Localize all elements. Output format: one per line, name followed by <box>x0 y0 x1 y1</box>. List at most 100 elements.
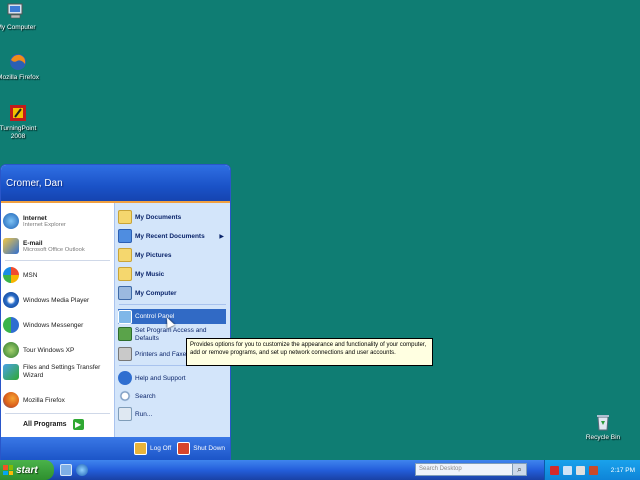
start-label: start <box>16 464 38 476</box>
quicklaunch-desktop-icon[interactable] <box>60 464 72 476</box>
user-name: Cromer, Dan <box>6 177 63 189</box>
recent-item-messenger[interactable]: Windows Messenger <box>3 317 113 333</box>
recent-item-label: Windows Media Player <box>23 296 90 304</box>
outlook-icon <box>3 238 19 254</box>
desktop-icon-label: Mozilla Firefox <box>0 74 39 81</box>
place-item-label: My Recent Documents <box>135 232 205 240</box>
help-item-search[interactable]: Search <box>118 389 226 403</box>
folder-icon <box>118 210 132 224</box>
desktop-icon-turningpoint[interactable]: TurningPoint 2008 <box>0 103 42 141</box>
msn-icon <box>3 267 19 283</box>
run-icon <box>118 407 132 421</box>
recent-item-label: Mozilla Firefox <box>23 396 65 404</box>
start-button[interactable]: start <box>0 460 54 480</box>
desktop-icon-label: Recycle Bin <box>585 434 621 441</box>
taskbar: start Search Desktop ⌕ 2:17 PM <box>0 460 640 480</box>
quicklaunch-ie-icon[interactable] <box>76 464 88 476</box>
pinned-item-subtitle: Internet Explorer <box>23 221 66 228</box>
power-icon <box>177 442 191 455</box>
place-item-label: My Pictures <box>135 251 172 259</box>
recent-docs-icon <box>118 229 132 243</box>
desktop-icon-recycle-bin[interactable]: Recycle Bin <box>579 412 627 442</box>
submenu-arrow-icon: ▶ <box>219 233 224 240</box>
ati-icon[interactable] <box>550 465 559 475</box>
pinned-item-email[interactable]: E-mail Microsoft Office Outlook <box>3 238 113 254</box>
recent-item-transfer-wizard[interactable]: Files and Settings Transfer Wizard <box>3 364 113 380</box>
internet-explorer-icon <box>3 213 19 229</box>
windows-flag-icon <box>3 465 13 475</box>
help-item-run[interactable]: Run... <box>118 407 226 421</box>
messenger-icon <box>3 317 19 333</box>
printer-icon <box>118 347 132 361</box>
place-item-label: My Music <box>135 270 165 278</box>
security-icon[interactable] <box>589 465 598 475</box>
recent-item-msn[interactable]: MSN <box>3 267 113 283</box>
pictures-icon <box>118 248 132 262</box>
help-icon <box>118 371 132 385</box>
clock[interactable]: 2:17 PM <box>611 467 635 474</box>
place-item-my-documents[interactable]: My Documents <box>118 210 226 224</box>
help-item-label: Search <box>135 392 156 400</box>
left-pane-separator <box>5 260 110 261</box>
shut-down-button[interactable]: Shut Down <box>177 442 225 455</box>
help-item-label: Run... <box>135 410 153 418</box>
music-icon <box>118 267 132 281</box>
all-programs-button[interactable]: All Programs ▶ <box>23 419 84 430</box>
recent-item-label: Tour Windows XP <box>23 346 75 354</box>
pinned-item-subtitle: Microsoft Office Outlook <box>23 246 85 253</box>
start-menu-header: Cromer, Dan <box>1 165 230 203</box>
place-item-my-computer[interactable]: My Computer <box>118 286 226 300</box>
control-panel-tooltip: Provides options for you to customize th… <box>186 338 433 366</box>
log-off-button[interactable]: Log Off <box>134 442 171 455</box>
desktop-icon-firefox[interactable]: Mozilla Firefox <box>0 52 42 82</box>
place-item-recent-documents[interactable]: My Recent Documents ▶ <box>118 229 226 243</box>
place-item-label: My Computer <box>135 289 177 297</box>
my-computer-icon <box>6 2 26 22</box>
recent-item-firefox[interactable]: Mozilla Firefox <box>3 392 113 408</box>
place-item-my-pictures[interactable]: My Pictures <box>118 248 226 262</box>
my-computer-icon <box>118 286 132 300</box>
search-icon: ⌕ <box>517 465 522 474</box>
green-arrow-icon: ▶ <box>72 419 84 430</box>
pinned-item-internet[interactable]: Internet Internet Explorer <box>3 213 113 229</box>
pinned-item-title: E-mail <box>23 239 43 247</box>
help-item-help-support[interactable]: Help and Support <box>118 371 226 385</box>
firefox-icon <box>8 52 28 72</box>
program-access-icon <box>118 327 132 341</box>
start-menu-footer: Log Off Shut Down <box>1 437 230 460</box>
recent-item-label: Files and Settings Transfer Wizard <box>23 364 101 379</box>
pinned-item-title: Internet <box>23 214 47 222</box>
tooltip-text: Provides options for you to customize th… <box>190 342 427 356</box>
place-item-label: My Documents <box>135 213 182 221</box>
network-icon[interactable] <box>563 465 572 475</box>
transfer-wizard-icon <box>3 364 19 380</box>
recent-item-tour-xp[interactable]: Tour Windows XP <box>3 342 113 358</box>
volume-icon[interactable] <box>576 465 585 475</box>
search-placeholder: Search Desktop <box>419 466 462 472</box>
all-programs-label: All Programs <box>23 421 67 428</box>
search-button[interactable]: ⌕ <box>512 464 526 475</box>
log-off-icon <box>134 442 147 455</box>
desktop-search-input[interactable]: Search Desktop <box>415 463 527 476</box>
place-item-my-music[interactable]: My Music <box>118 267 226 281</box>
log-off-label: Log Off <box>150 445 172 452</box>
recent-item-label: MSN <box>23 271 38 279</box>
right-pane-separator <box>119 304 226 305</box>
desktop-icon-my-computer[interactable]: My Computer <box>0 2 40 32</box>
recycle-bin-icon <box>593 412 613 432</box>
desktop-icon-label: TurningPoint 2008 <box>0 125 37 140</box>
turningpoint-icon <box>8 103 28 123</box>
tour-xp-icon <box>3 342 19 358</box>
media-player-icon <box>3 292 19 308</box>
desktop-icon-label: My Computer <box>0 24 36 31</box>
start-menu-left-pane: Internet Internet Explorer E-mail Micros… <box>1 203 115 437</box>
left-pane-separator <box>5 413 110 414</box>
start-menu-body: Internet Internet Explorer E-mail Micros… <box>1 203 230 437</box>
start-menu: Cromer, Dan Internet Internet Explorer E… <box>0 164 231 461</box>
system-tray: 2:17 PM <box>544 460 640 480</box>
help-item-label: Help and Support <box>135 374 186 382</box>
system-item-label: Printers and Faxes <box>135 350 190 358</box>
recent-item-media-player[interactable]: Windows Media Player <box>3 292 113 308</box>
control-panel-icon <box>118 309 132 324</box>
firefox-icon <box>3 392 19 408</box>
